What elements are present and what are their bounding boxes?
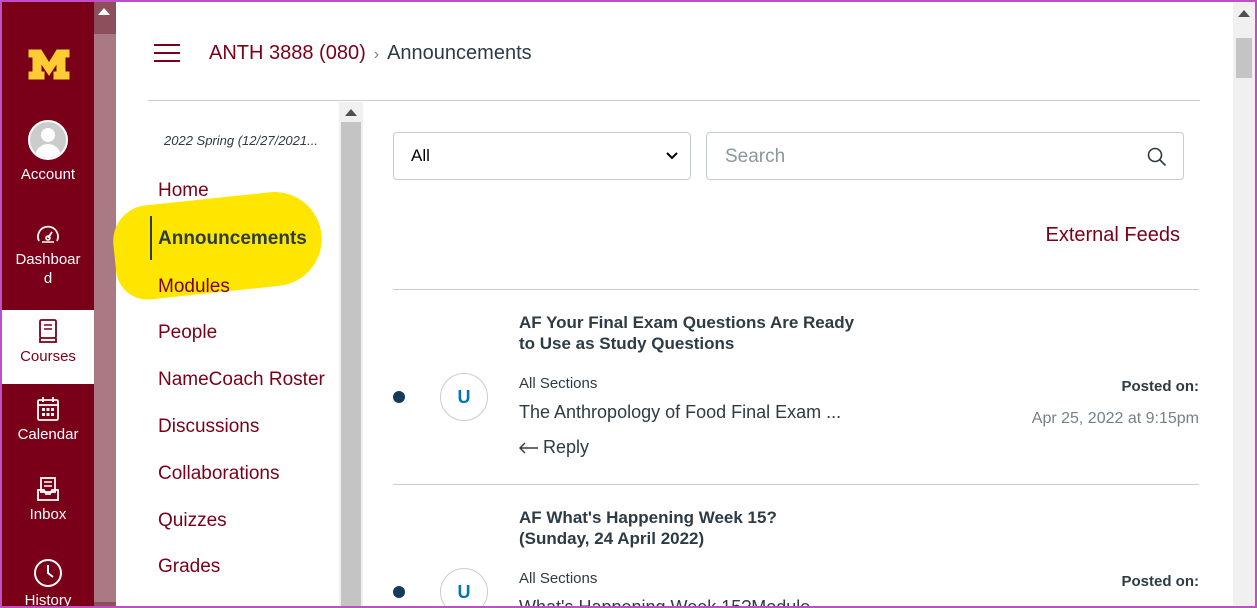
global-nav-inbox[interactable]: Inbox	[2, 476, 94, 523]
global-nav-history[interactable]: History	[2, 558, 94, 608]
header-divider	[148, 100, 1200, 101]
user-avatar-icon	[28, 120, 68, 160]
scrollbar-thumb[interactable]	[94, 34, 116, 602]
course-nav-quizzes[interactable]: Quizzes	[158, 510, 227, 532]
scroll-up-arrow-icon[interactable]	[1238, 10, 1250, 17]
book-icon	[39, 319, 57, 343]
course-nav-modules[interactable]: Modules	[158, 276, 230, 298]
announcement-item[interactable]: U AF Your Final Exam Questions Are Ready…	[393, 312, 1199, 472]
global-nav-dashboard[interactable]: Dashboar d	[2, 224, 94, 288]
search-icon[interactable]	[1147, 147, 1167, 167]
global-nav-label: Dashboar d	[15, 251, 81, 287]
course-nav-namecoach-roster[interactable]: NameCoach Roster	[158, 369, 325, 391]
unread-indicator	[393, 586, 405, 598]
list-divider	[393, 484, 1199, 485]
posted-date: Apr 25, 2022 at 9:15pm	[1031, 410, 1199, 427]
avatar[interactable]: U	[440, 568, 488, 606]
course-nav-collaborations[interactable]: Collaborations	[158, 463, 279, 485]
global-nav-scrollbar[interactable]	[94, 2, 116, 606]
breadcrumb-course-link[interactable]: ANTH 3888 (080)	[209, 42, 366, 64]
course-nav-scrollbar[interactable]	[339, 102, 363, 606]
inbox-icon	[37, 477, 59, 501]
reply-label: Reply	[543, 437, 590, 457]
section-filter-select[interactable]: All	[393, 132, 691, 180]
scrollbar-thumb[interactable]	[1236, 38, 1252, 78]
list-divider	[393, 289, 1199, 290]
announcement-sections: All Sections	[519, 375, 598, 392]
announcement-message-preview: The Anthropology of Food Final Exam ...	[519, 402, 842, 422]
scroll-up-arrow-icon[interactable]	[345, 109, 357, 116]
global-nav-courses[interactable]: Courses	[2, 310, 94, 384]
global-nav-label: Account	[20, 166, 76, 183]
search-field[interactable]	[706, 132, 1184, 180]
global-navigation: Account Dashboar d Courses Calendar Inbo…	[2, 2, 94, 606]
avatar[interactable]: U	[440, 373, 488, 421]
breadcrumb: ANTH 3888 (080) › Announcements	[209, 42, 532, 65]
university-logo[interactable]	[28, 46, 70, 82]
reply-arrow-icon	[519, 442, 538, 453]
course-nav-home[interactable]: Home	[158, 180, 209, 202]
clock-icon	[34, 559, 62, 587]
announcement-message-preview: What's Happening Week 15?Module	[519, 597, 810, 606]
posted-on-label: Posted on:	[1121, 378, 1200, 395]
section-filter-value: All	[411, 146, 430, 165]
global-nav-calendar[interactable]: Calendar	[2, 396, 94, 443]
scroll-up-arrow-icon[interactable]	[98, 8, 110, 15]
unread-indicator	[393, 391, 405, 403]
announcement-title[interactable]: AF What's Happening Week 15? (Sunday, 24…	[519, 507, 839, 549]
announcement-item[interactable]: U AF What's Happening Week 15? (Sunday, …	[393, 507, 1199, 606]
term-label: 2022 Spring (12/27/2021...	[164, 133, 318, 148]
reply-button[interactable]: Reply	[519, 437, 589, 458]
global-nav-label: Calendar	[17, 426, 79, 443]
announcement-title[interactable]: AF Your Final Exam Questions Are Ready t…	[519, 312, 859, 354]
app-frame: Account Dashboar d Courses Calendar Inbo…	[0, 0, 1257, 608]
course-nav-announcements[interactable]: Announcements	[158, 228, 307, 250]
scrollbar-thumb[interactable]	[341, 122, 361, 606]
global-nav-label: Courses	[20, 348, 76, 365]
course-nav-grades[interactable]: Grades	[158, 556, 220, 578]
speedometer-icon	[37, 225, 59, 243]
calendar-icon	[37, 397, 59, 421]
posted-on-label: Posted on:	[1121, 573, 1200, 590]
global-nav-account[interactable]: Account	[2, 120, 94, 183]
breadcrumb-current-page: Announcements	[387, 42, 532, 64]
announcement-sections: All Sections	[519, 570, 598, 587]
breadcrumb-separator-icon: ›	[373, 46, 380, 63]
search-input[interactable]	[723, 143, 1127, 171]
course-nav-discussions[interactable]: Discussions	[158, 416, 259, 438]
course-menu-toggle-button[interactable]	[154, 44, 180, 62]
page-scrollbar[interactable]	[1233, 2, 1255, 606]
course-nav-people[interactable]: People	[158, 322, 217, 344]
external-feeds-link[interactable]: External Feeds	[1045, 224, 1180, 247]
active-indicator	[150, 216, 152, 260]
chevron-down-icon	[666, 152, 678, 160]
global-nav-label: Inbox	[29, 506, 67, 523]
global-nav-label: History	[24, 592, 72, 608]
